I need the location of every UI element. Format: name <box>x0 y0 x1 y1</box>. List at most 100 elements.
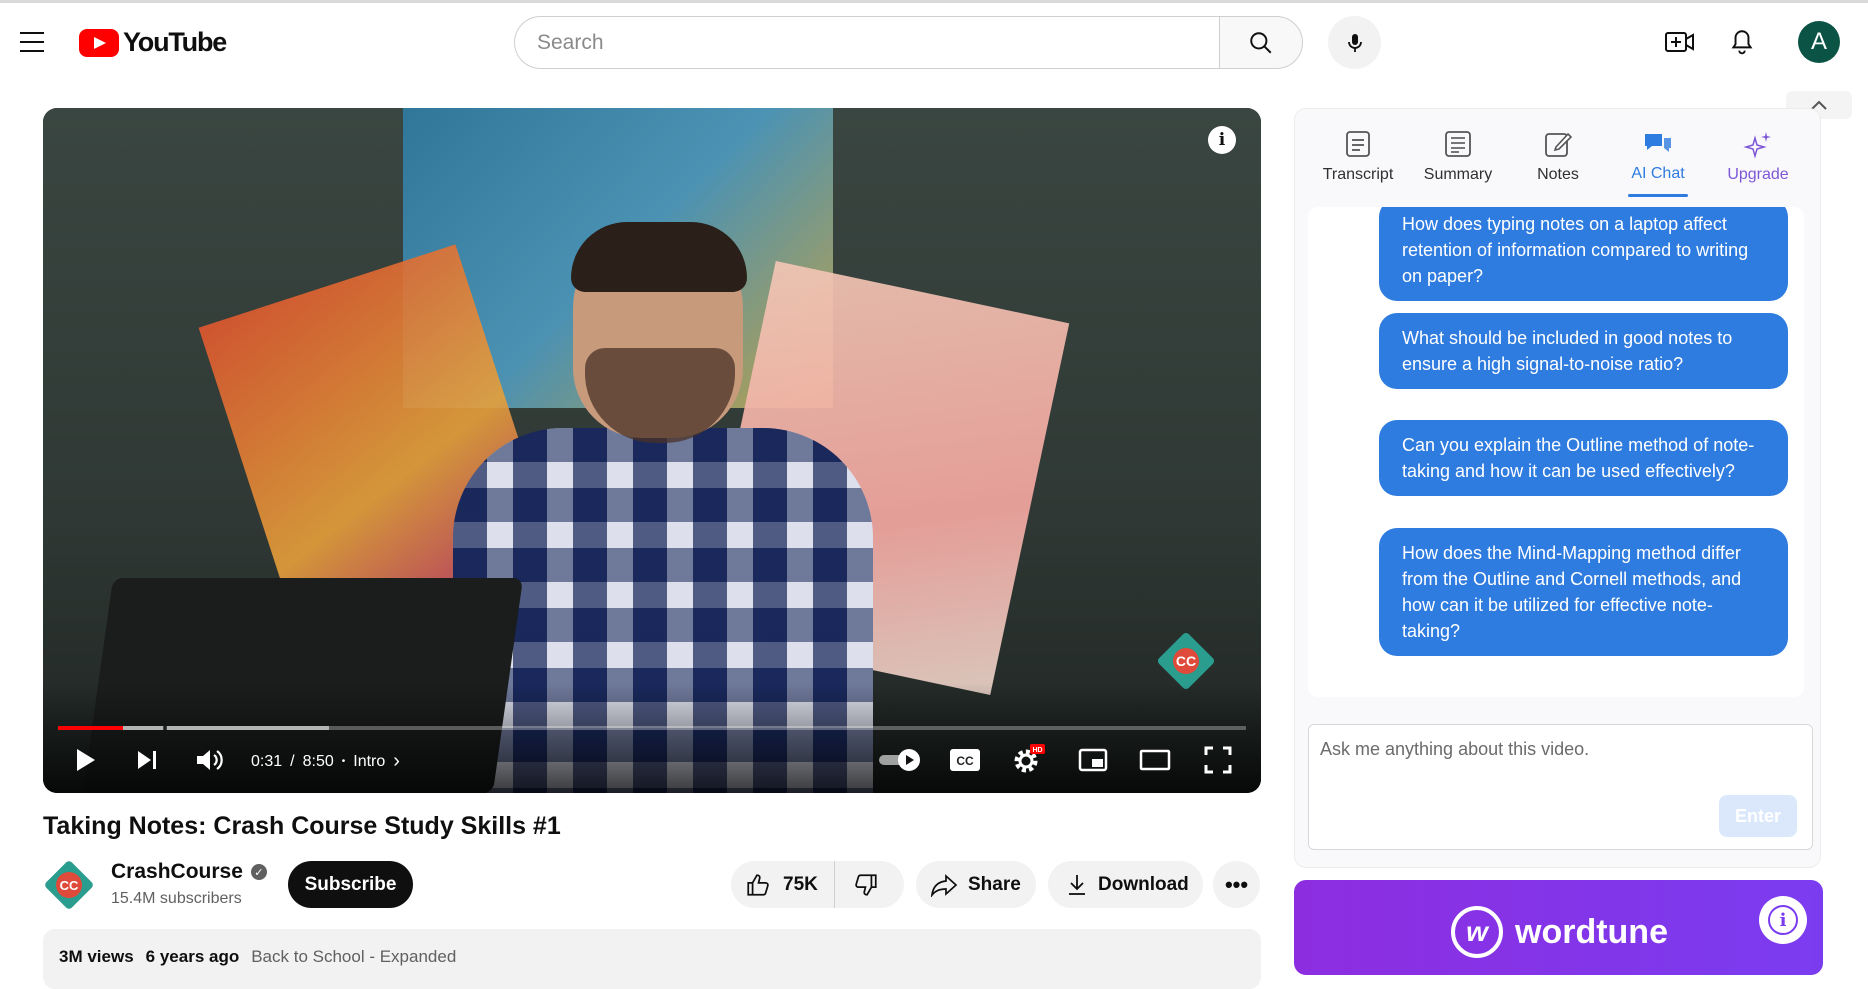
separator-dot: • <box>341 756 346 767</box>
logo-text: YouTube <box>123 27 227 57</box>
bell-icon <box>1731 30 1753 55</box>
more-actions-button[interactable]: ••• <box>1213 861 1260 908</box>
chat-message[interactable]: How does the Mind-Mapping method differ … <box>1379 528 1788 656</box>
play-icon <box>77 749 95 771</box>
time-display: 0:31 / 8:50 • Intro › <box>251 750 400 773</box>
notes-icon <box>1545 132 1572 157</box>
chapter-marker <box>164 726 167 730</box>
skip-next-icon <box>138 751 156 769</box>
svg-text:HD: HD <box>1032 747 1042 754</box>
fullscreen-button[interactable] <box>1196 740 1240 780</box>
youtube-logo[interactable]: YouTube <box>79 27 227 58</box>
summary-icon <box>1445 131 1471 157</box>
mute-button[interactable] <box>189 740 229 780</box>
next-button[interactable] <box>127 740 167 780</box>
subscriber-count: 15.4M subscribers <box>111 890 242 907</box>
search-input[interactable] <box>537 30 1220 55</box>
share-label: Share <box>968 873 1021 895</box>
description-box[interactable]: 3M views 6 years ago Back to School - Ex… <box>43 929 1261 989</box>
like-dislike-group: 75K <box>731 861 904 908</box>
verified-check-icon: ✓ <box>250 864 267 880</box>
playlist-link[interactable]: Back to School - Expanded <box>251 947 456 971</box>
transcript-icon <box>1346 131 1370 157</box>
panel-tabs: Transcript Summary Notes AI Chat Upgrade <box>1308 117 1808 197</box>
tab-notes[interactable]: Notes <box>1508 117 1608 197</box>
extension-panel: Transcript Summary Notes AI Chat Upgrade… <box>1294 108 1821 868</box>
like-count: 75K <box>783 873 818 895</box>
download-button[interactable]: Download <box>1048 861 1203 908</box>
dislike-button[interactable] <box>835 861 897 908</box>
miniplayer-icon <box>1078 748 1108 772</box>
account-avatar[interactable]: A <box>1798 21 1840 63</box>
channel-name[interactable]: CrashCourse ✓ <box>111 860 267 884</box>
gear-icon: HD <box>1014 744 1045 773</box>
tab-label: AI Chat <box>1631 165 1685 182</box>
create-button[interactable] <box>1663 25 1697 59</box>
wordtune-logo: w wordtune <box>1451 906 1668 958</box>
chat-message[interactable]: How does typing notes on a laptop affect… <box>1379 207 1788 301</box>
search-button[interactable] <box>1219 16 1303 69</box>
theater-mode-button[interactable] <box>1133 740 1177 780</box>
share-button[interactable]: Share <box>916 861 1036 908</box>
voice-search-button[interactable] <box>1328 16 1381 69</box>
chat-icon <box>1645 134 1671 152</box>
progress-played <box>58 726 124 730</box>
subscribe-button[interactable]: Subscribe <box>288 861 413 908</box>
chat-message[interactable]: What should be included in good notes to… <box>1379 313 1788 389</box>
wordtune-info-button[interactable]: i <box>1759 896 1807 944</box>
info-icon[interactable]: i <box>1208 126 1236 154</box>
chat-input[interactable] <box>1309 725 1812 795</box>
tab-label: Notes <box>1537 166 1579 183</box>
share-icon <box>930 873 958 897</box>
settings-button[interactable]: HD <box>1006 740 1050 780</box>
volume-icon <box>197 750 223 770</box>
time-separator: / <box>290 752 295 770</box>
download-label: Download <box>1098 873 1189 895</box>
time-total: 8:50 <box>302 752 334 770</box>
autoplay-toggle[interactable] <box>873 740 929 780</box>
youtube-play-logo-icon <box>79 28 119 57</box>
thumbs-down-icon <box>855 873 877 896</box>
player-controls: 0:31 / 8:50 • Intro › CC HD <box>43 736 1261 786</box>
progress-bar[interactable] <box>58 726 1246 730</box>
tab-label: Transcript <box>1322 166 1394 183</box>
video-title: Taking Notes: Crash Course Study Skills … <box>43 812 561 840</box>
svg-text:CC: CC <box>956 754 974 768</box>
captions-button[interactable]: CC <box>943 740 987 780</box>
tab-upgrade[interactable]: Upgrade <box>1708 117 1808 197</box>
play-button[interactable] <box>65 740 105 780</box>
tab-summary[interactable]: Summary <box>1408 117 1508 197</box>
download-icon <box>1069 874 1085 895</box>
notifications-button[interactable] <box>1725 25 1759 59</box>
time-current: 0:31 <box>251 752 283 770</box>
chevron-right-icon[interactable]: › <box>393 750 400 773</box>
search-box[interactable] <box>514 16 1220 69</box>
autoplay-icon <box>879 749 920 771</box>
more-horizontal-icon: ••• <box>1224 871 1249 897</box>
upload-age: 6 years ago <box>145 947 240 966</box>
tab-label: Upgrade <box>1727 166 1789 183</box>
channel-name-text[interactable]: CrashCourse <box>111 860 243 884</box>
wordtune-mark-icon: w <box>1451 906 1503 958</box>
info-icon: i <box>1768 905 1798 935</box>
search-icon <box>1250 31 1272 53</box>
video-player[interactable]: CC i 0:31 / 8:50 • Intro › CC HD <box>43 108 1261 793</box>
thumbs-up-icon <box>747 873 769 896</box>
miniplayer-button[interactable] <box>1071 740 1115 780</box>
chapter-title[interactable]: Intro <box>353 753 385 771</box>
wordtune-brand: wordtune <box>1515 912 1668 951</box>
tab-transcript[interactable]: Transcript <box>1308 117 1408 197</box>
view-count: 3M views <box>59 947 134 966</box>
tab-ai-chat[interactable]: AI Chat <box>1608 117 1708 197</box>
create-video-icon <box>1665 32 1694 52</box>
captions-icon: CC <box>950 749 980 771</box>
channel-avatar[interactable]: CC <box>43 859 95 911</box>
chat-history: How does typing notes on a laptop affect… <box>1308 207 1804 697</box>
menu-icon[interactable] <box>20 32 44 52</box>
like-button[interactable]: 75K <box>731 861 835 908</box>
fullscreen-icon <box>1204 746 1232 774</box>
enter-button[interactable]: Enter <box>1719 795 1797 837</box>
chat-message[interactable]: Can you explain the Outline method of no… <box>1379 420 1788 496</box>
microphone-icon <box>1347 33 1362 52</box>
wordtune-banner[interactable]: w wordtune i <box>1294 880 1823 975</box>
